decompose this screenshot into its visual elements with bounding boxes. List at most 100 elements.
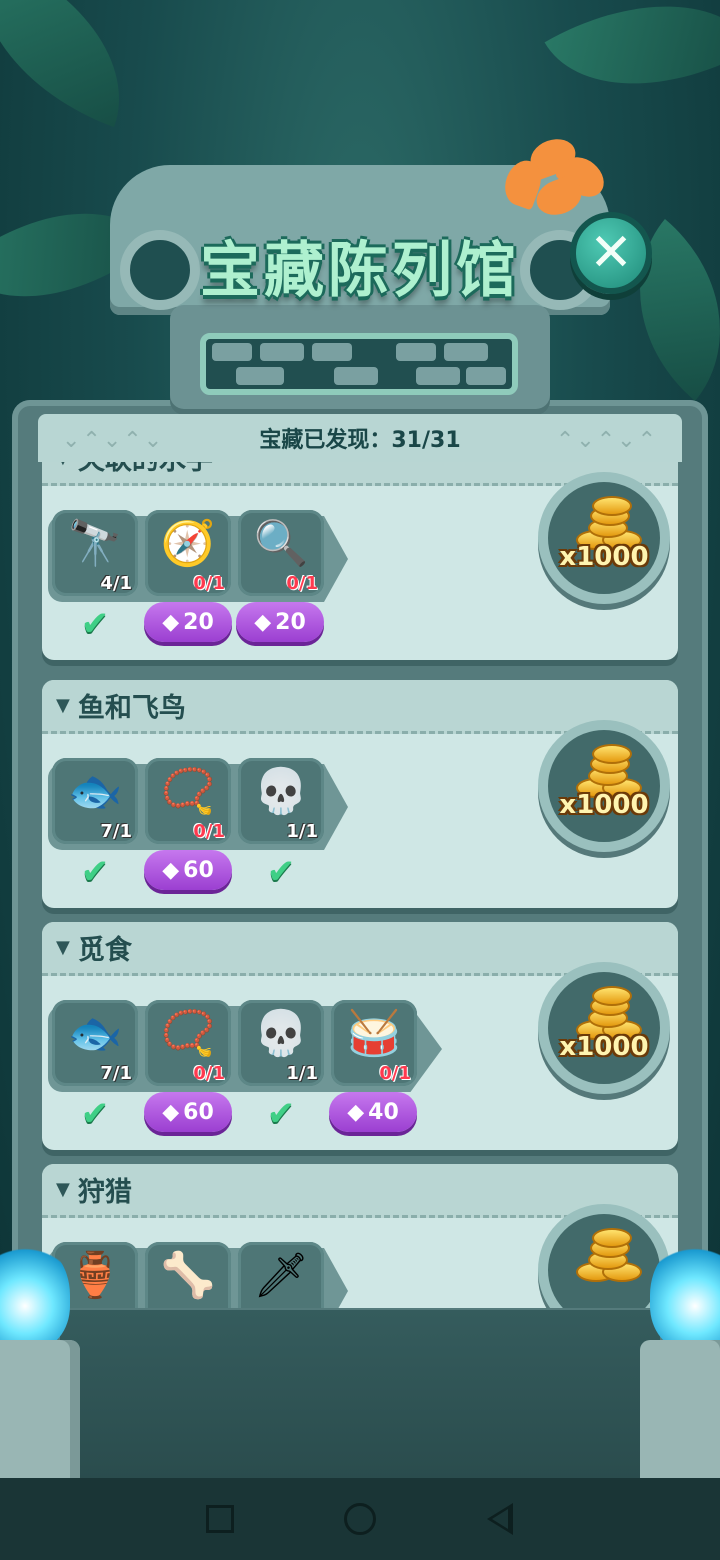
item-quantity: 7/1 <box>100 821 132 842</box>
home-button[interactable] <box>330 1489 390 1549</box>
chevron-down-icon: ▼ <box>56 462 70 468</box>
gem-price: 20 <box>183 609 214 635</box>
fish-fossil-icon: 🐟 <box>67 1008 123 1059</box>
buy-button[interactable]: ◆ 40 <box>329 1092 417 1132</box>
reward-amount: x1000 <box>559 1032 649 1062</box>
bird-skull-icon: 💀 <box>253 1008 309 1059</box>
tooth-necklace-icon: 📿 <box>160 1008 216 1059</box>
collection-card: ▼ 狩猎 🏺 🦴 🗡 <box>42 1164 678 1308</box>
system-navbar <box>0 1478 720 1560</box>
reward-amount: x1000 <box>559 542 649 572</box>
reward-button[interactable]: x1000 <box>538 962 670 1094</box>
square-icon <box>206 1505 234 1533</box>
spyglass-item[interactable]: 🔭 4/1 <box>52 510 138 596</box>
brick <box>416 367 460 385</box>
magnifier-item[interactable]: 🔍 0/1 <box>238 510 324 596</box>
circle-icon <box>344 1503 376 1535</box>
chevron-decoration: ⌄⌃⌄⌃⌄ <box>62 428 165 453</box>
gem-icon: ◆ <box>162 609 180 635</box>
brick <box>444 343 488 361</box>
brick <box>334 367 378 385</box>
gem-price: 60 <box>183 857 214 883</box>
collection-name: 失联的水手 <box>78 462 213 477</box>
brick <box>396 343 436 361</box>
brick <box>312 343 352 361</box>
gem-icon: ◆ <box>347 1099 365 1125</box>
chevron-down-icon: ▼ <box>56 1179 70 1200</box>
orange-flower-decoration <box>499 133 612 221</box>
collection-name: 狩猎 <box>77 1177 132 1208</box>
item-quantity: 0/1 <box>379 1063 411 1084</box>
collection-name: 觅食 <box>77 935 132 966</box>
item-quantity: 0/1 <box>286 573 318 594</box>
stone-slot-box <box>170 305 550 415</box>
gem-icon: ◆ <box>162 1099 180 1125</box>
brick <box>260 343 304 361</box>
back-button[interactable] <box>470 1489 530 1549</box>
gem-price: 20 <box>275 609 306 635</box>
buy-button[interactable]: ◆ 60 <box>144 850 232 890</box>
drum-item[interactable]: 🥁 0/1 <box>331 1000 417 1086</box>
compass-item[interactable]: 🧭 0/1 <box>145 510 231 596</box>
stone-floor <box>60 1310 660 1480</box>
fish-fossil-item[interactable]: 🐟 7/1 <box>52 1000 138 1086</box>
spear-icon: 🗡 <box>253 1250 309 1301</box>
gem-icon: ◆ <box>254 609 272 635</box>
check-icon: ✔ <box>266 1094 296 1134</box>
check-icon: ✔ <box>80 604 110 644</box>
collection-name: 鱼和飞鸟 <box>77 693 186 724</box>
item-quantity: 1/1 <box>286 821 318 842</box>
check-icon: ✔ <box>80 1094 110 1134</box>
triangle-back-icon <box>487 1503 513 1535</box>
chevron-decoration: ⌃⌄⌃⌄⌃ <box>555 428 658 453</box>
brick <box>236 367 284 385</box>
chevron-down-icon: ▼ <box>56 695 70 716</box>
collection-card: ▼ 觅食 🐟 7/1 ✔ 📿 0/1 ◆ 60 💀 1/1 ✔ 🥁 0/1 ◆ … <box>42 922 678 1150</box>
item-quantity: 7/1 <box>100 1063 132 1084</box>
buy-button[interactable]: ◆ 60 <box>144 1092 232 1132</box>
item-quantity: 0/1 <box>193 821 225 842</box>
bird-skull-item[interactable]: 💀 1/1 <box>238 1000 324 1086</box>
tooth-necklace-item[interactable]: 📿 0/1 <box>145 1000 231 1086</box>
item-quantity: 4/1 <box>100 573 132 594</box>
close-button[interactable]: ✕ <box>570 212 652 294</box>
spear-item[interactable]: 🗡 <box>238 1242 324 1308</box>
check-icon: ✔ <box>80 852 110 892</box>
close-icon: ✕ <box>589 223 633 283</box>
item-quantity: 0/1 <box>193 573 225 594</box>
gem-price: 40 <box>368 1099 399 1125</box>
progress-bar: ⌄⌃⌄⌃⌄ 宝藏已发现：31/31 ⌃⌄⌃⌄⌃ <box>38 414 682 462</box>
chevron-down-icon: ▼ <box>56 937 70 958</box>
gem-icon: ◆ <box>162 857 180 883</box>
collection-card: ▼ 鱼和飞鸟 🐟 7/1 ✔ 📿 0/1 ◆ 60 💀 1/1 ✔ x1000 <box>42 680 678 908</box>
fish-fossil-icon: 🐟 <box>67 766 123 817</box>
check-icon: ✔ <box>266 852 296 892</box>
buy-button[interactable]: ◆ 20 <box>236 602 324 642</box>
recent-apps-button[interactable] <box>190 1489 250 1549</box>
reward-button[interactable]: x1000 <box>538 472 670 604</box>
item-quantity: 1/1 <box>286 1063 318 1084</box>
compass-icon: 🧭 <box>160 518 216 569</box>
fish-fossil-item[interactable]: 🐟 7/1 <box>52 758 138 844</box>
reward-amount: x1000 <box>559 790 649 820</box>
bone-tablet-icon: 🦴 <box>160 1250 216 1301</box>
page-title: 宝藏陈列馆 <box>200 236 520 306</box>
tooth-necklace-icon: 📿 <box>160 766 216 817</box>
drum-icon: 🥁 <box>346 1008 402 1059</box>
magnifier-icon: 🔍 <box>253 518 309 569</box>
spyglass-icon: 🔭 <box>67 518 123 569</box>
bone-tablet-item[interactable]: 🦴 <box>145 1242 231 1308</box>
brick <box>212 343 252 361</box>
brick <box>466 367 506 385</box>
stone-slot <box>200 333 518 395</box>
bird-skull-icon: 💀 <box>253 766 309 817</box>
item-quantity: 0/1 <box>193 1063 225 1084</box>
progress-label: 宝藏已发现：31/31 <box>259 428 461 453</box>
collection-list[interactable]: ▼ 失联的水手 🔭 4/1 ✔ 🧭 0/1 ◆ 20 🔍 0/1 ◆ 20 <box>42 462 678 1308</box>
tooth-necklace-item[interactable]: 📿 0/1 <box>145 758 231 844</box>
bird-skull-item[interactable]: 💀 1/1 <box>238 758 324 844</box>
reward-button[interactable]: x1000 <box>538 720 670 852</box>
coin-pile-icon <box>572 1228 642 1288</box>
buy-button[interactable]: ◆ 20 <box>144 602 232 642</box>
gem-price: 60 <box>183 1099 214 1125</box>
